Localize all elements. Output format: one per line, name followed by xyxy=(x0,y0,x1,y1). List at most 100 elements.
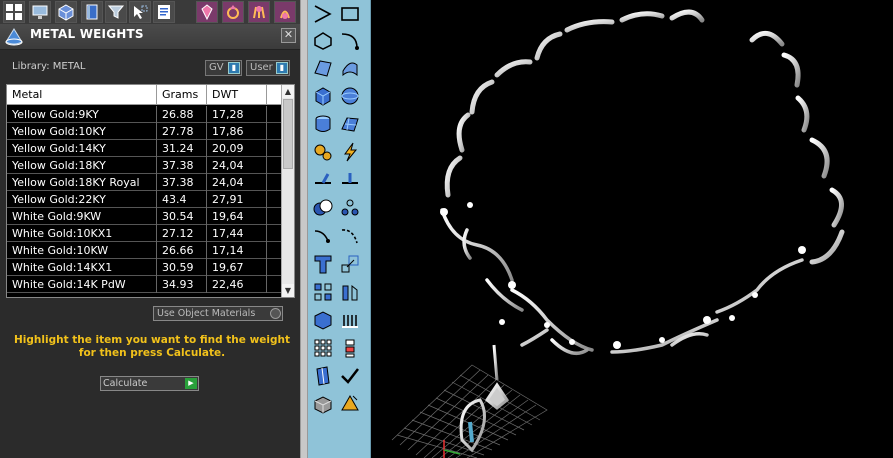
scale-icon[interactable] xyxy=(338,252,362,276)
surface-icon[interactable] xyxy=(311,56,335,80)
cell-dwt: 20,09 xyxy=(207,140,267,157)
unit-user-label: User xyxy=(250,62,273,73)
table-scrollbar[interactable]: ▲ ▼ xyxy=(281,85,294,297)
monitor-icon[interactable] xyxy=(29,1,51,23)
use-object-materials-label: Use Object Materials xyxy=(157,308,256,319)
mirror-icon[interactable] xyxy=(338,280,362,304)
cell-grams: 27.12 xyxy=(157,225,207,242)
cell-dwt: 17,86 xyxy=(207,123,267,140)
toggle-icon[interactable]: ▮ xyxy=(228,62,240,74)
select-icon[interactable] xyxy=(129,1,151,23)
cube-gray-icon[interactable] xyxy=(311,392,335,416)
extrude-icon[interactable] xyxy=(311,168,335,192)
gem-icon[interactable] xyxy=(196,1,218,23)
use-object-materials-toggle[interactable]: Use Object Materials xyxy=(153,306,283,321)
cell-grams: 27.78 xyxy=(157,123,207,140)
cell-metal: Yellow Gold:10KY xyxy=(7,123,157,140)
table-row[interactable]: Yellow Gold:14KY 31.24 20,09 xyxy=(7,140,282,157)
cell-dwt: 19,67 xyxy=(207,259,267,276)
dots-icon[interactable] xyxy=(338,196,362,220)
bail-icon[interactable] xyxy=(274,1,296,23)
array-icon[interactable] xyxy=(311,280,335,304)
table-row[interactable]: White Gold:9KW 30.54 19,64 xyxy=(7,208,282,225)
cone-icon xyxy=(3,27,25,47)
metal-weights-table[interactable]: Metal Grams DWT Yellow Gold:9KY 26.88 17,2… xyxy=(6,84,295,298)
scroll-thumb[interactable] xyxy=(283,99,293,169)
solid-icon[interactable] xyxy=(311,308,335,332)
instructions-text: Highlight the item you want to find the … xyxy=(14,334,290,359)
calculate-label: Calculate xyxy=(103,378,148,389)
cell-metal: White Gold:14K PdW xyxy=(7,276,157,293)
book-icon[interactable] xyxy=(81,1,103,23)
trim-icon[interactable] xyxy=(311,224,335,248)
column-header-grams[interactable]: Grams xyxy=(157,85,207,105)
cell-dwt: 17,44 xyxy=(207,225,267,242)
funnel-icon[interactable] xyxy=(105,1,127,23)
stack-icon[interactable] xyxy=(338,336,362,360)
cube-icon[interactable] xyxy=(55,1,77,23)
unit-user-toggle[interactable]: User ▮ xyxy=(246,60,290,76)
table-body: Yellow Gold:9KY 26.88 17,28 Yellow Gold:10… xyxy=(7,106,282,297)
calculate-button[interactable]: Calculate ▶ xyxy=(100,376,199,391)
cell-grams: 30.59 xyxy=(157,259,207,276)
fillet-icon[interactable] xyxy=(338,224,362,248)
windows-icon[interactable] xyxy=(3,1,25,23)
table-row[interactable]: White Gold:14KX1 30.59 19,67 xyxy=(7,259,282,276)
ground-grid xyxy=(391,364,548,458)
cell-grams: 31.24 xyxy=(157,140,207,157)
ring-setting-icon[interactable] xyxy=(222,1,244,23)
profile-icon[interactable] xyxy=(338,168,362,192)
cell-dwt: 24,04 xyxy=(207,174,267,191)
play-icon[interactable]: ▶ xyxy=(185,378,197,389)
table-header: Metal Grams DWT xyxy=(7,85,282,105)
necklace-ornaments xyxy=(440,208,804,356)
sphere-icon[interactable] xyxy=(338,84,362,108)
scroll-down-icon[interactable]: ▼ xyxy=(282,284,294,297)
arc-icon[interactable] xyxy=(338,29,362,53)
scroll-up-icon[interactable]: ▲ xyxy=(282,85,294,98)
cell-grams: 26.88 xyxy=(157,106,207,123)
toggle-icon[interactable]: ▮ xyxy=(276,62,288,74)
curve-icon[interactable] xyxy=(311,2,335,26)
table-row[interactable]: White Gold:10KW 26.66 17,14 xyxy=(7,242,282,259)
table-row[interactable]: White Gold:10KX1 27.12 17,44 xyxy=(7,225,282,242)
prong-icon[interactable] xyxy=(248,1,270,23)
mesh-icon[interactable] xyxy=(338,112,362,136)
table-row[interactable]: White Gold:14K PdW 34.93 22,46 xyxy=(7,276,282,293)
lightning-icon[interactable] xyxy=(338,140,362,164)
gear-icon[interactable] xyxy=(311,140,335,164)
close-button[interactable]: ✕ xyxy=(281,28,296,43)
table-row[interactable]: Yellow Gold:18KY Royal 37.38 24,04 xyxy=(7,174,282,191)
table-row[interactable]: Yellow Gold:10KY 27.78 17,86 xyxy=(7,123,282,140)
unit-gv-toggle[interactable]: GV ▮ xyxy=(205,60,242,76)
cell-grams: 30.54 xyxy=(157,208,207,225)
loft-icon[interactable] xyxy=(338,56,362,80)
table-row[interactable]: Yellow Gold:22KY 43.4 27,91 xyxy=(7,191,282,208)
cell-grams: 26.66 xyxy=(157,242,207,259)
pipes-icon[interactable] xyxy=(338,308,362,332)
pyramid-icon[interactable] xyxy=(338,392,362,416)
table-row[interactable]: Yellow Gold:18KY 37.38 24,04 xyxy=(7,157,282,174)
tool-palette xyxy=(308,0,371,458)
panel-splitter[interactable] xyxy=(300,0,308,458)
box-icon[interactable] xyxy=(311,84,335,108)
radio-icon[interactable] xyxy=(270,308,281,319)
text-icon[interactable] xyxy=(311,252,335,276)
column-header-dwt[interactable]: DWT xyxy=(207,85,267,105)
cut-icon[interactable] xyxy=(311,364,335,388)
cell-metal: Yellow Gold:18KY xyxy=(7,157,157,174)
cylinder-icon[interactable] xyxy=(311,112,335,136)
polygon-icon[interactable] xyxy=(311,29,335,53)
table-row[interactable]: Yellow Gold:9KY 26.88 17,28 xyxy=(7,106,282,123)
cell-dwt: 19,64 xyxy=(207,208,267,225)
grid-icon[interactable] xyxy=(311,336,335,360)
boolean-icon[interactable] xyxy=(311,196,335,220)
3d-viewport[interactable] xyxy=(372,0,893,458)
column-header-metal[interactable]: Metal xyxy=(7,85,157,105)
rectangle-icon[interactable] xyxy=(338,2,362,26)
library-label: Library: METAL xyxy=(12,61,86,72)
document-icon[interactable] xyxy=(153,1,175,23)
panel-header: METAL WEIGHTS ✕ xyxy=(0,24,300,50)
unit-gv-label: GV xyxy=(209,62,224,73)
checkmark-icon[interactable] xyxy=(338,364,362,388)
